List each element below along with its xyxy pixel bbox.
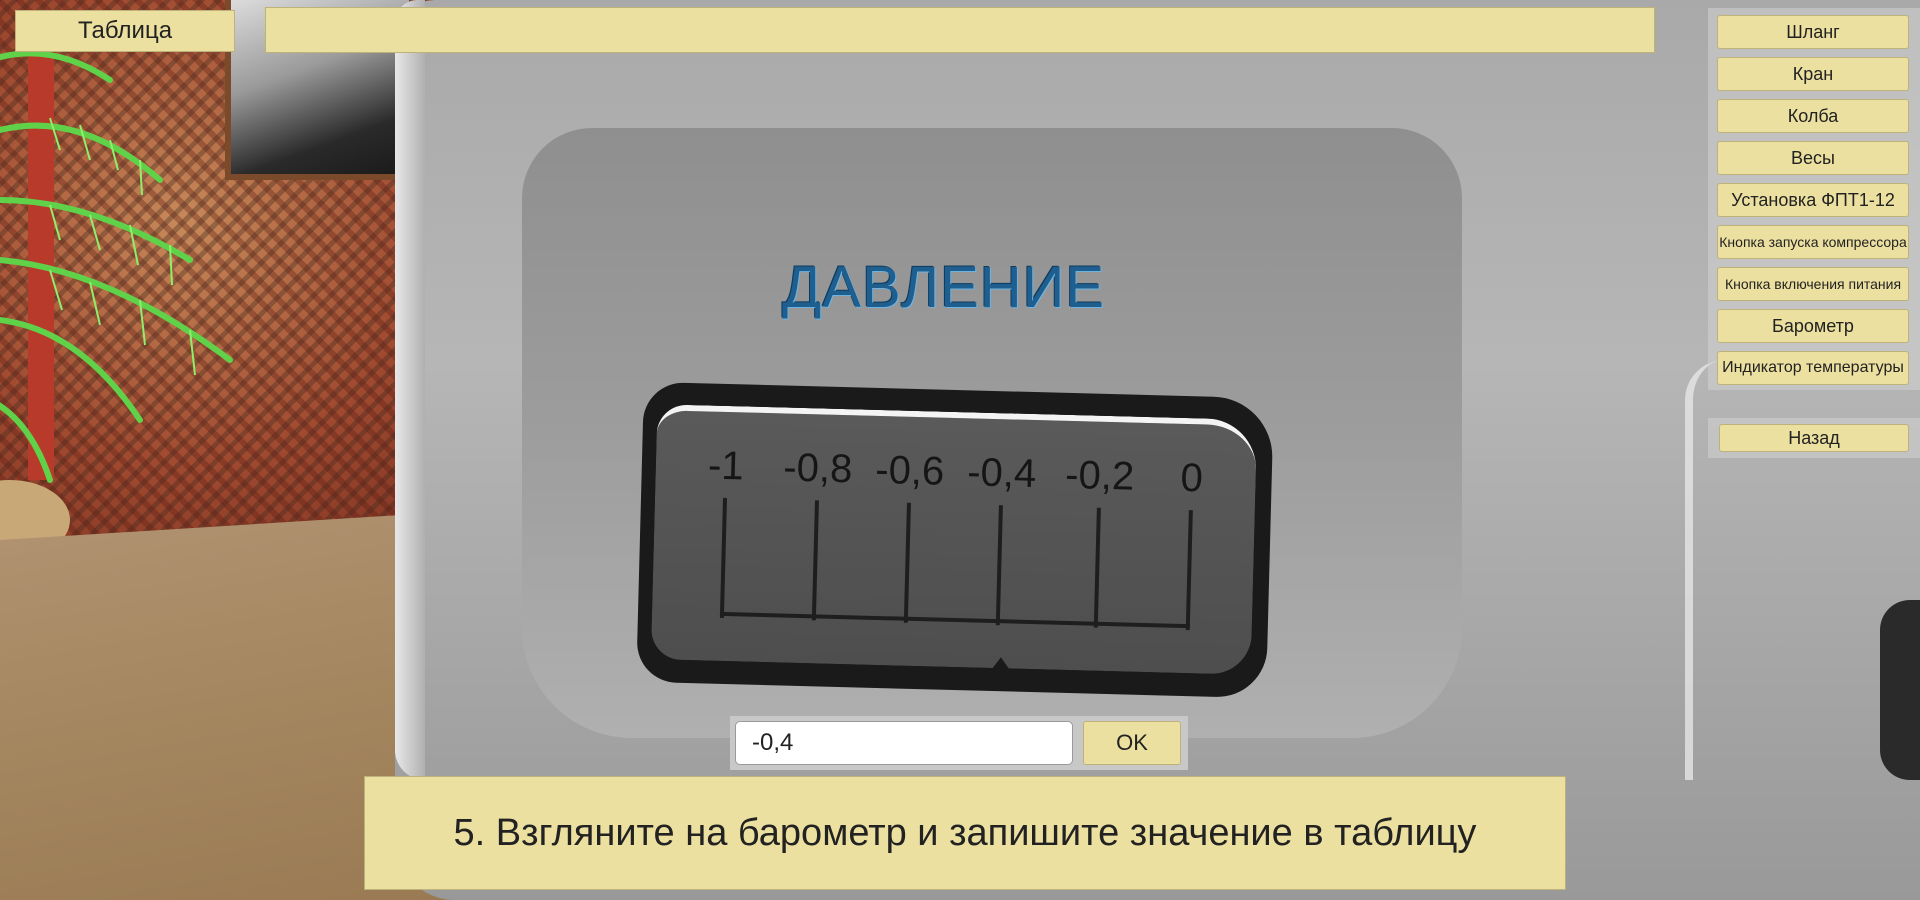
device-edge	[395, 0, 425, 780]
menu-item-compressor-button[interactable]: Кнопка запуска компрессора	[1717, 225, 1909, 259]
gauge-label: -0,8	[782, 445, 853, 492]
menu-item-temperature-indicator[interactable]: Индикатор температуры	[1717, 351, 1909, 385]
gauge-pointer	[978, 656, 1023, 688]
answer-input[interactable]	[735, 721, 1073, 765]
pressure-title: ДАВЛЕНИЕ	[782, 255, 1106, 320]
plant-decoration	[0, 50, 233, 560]
answer-row: OK	[730, 716, 1188, 770]
menu-item-valve[interactable]: Кран	[1717, 57, 1909, 91]
menu-item-power-button[interactable]: Кнопка включения питания	[1717, 267, 1909, 301]
gauge-tick	[995, 505, 1003, 626]
gauge-label: 0	[1180, 455, 1204, 501]
gauge-tick	[719, 497, 728, 618]
ok-button[interactable]: OK	[1083, 721, 1181, 765]
gauge-label: -1	[707, 443, 745, 489]
menu-item-flask[interactable]: Колба	[1717, 99, 1909, 133]
object-menu: Шланг Кран Колба Весы Установка ФПТ1-12 …	[1708, 8, 1920, 390]
back-button[interactable]: Назад	[1719, 424, 1909, 452]
gauge-label: -0,2	[1064, 452, 1135, 499]
device-knob	[1880, 600, 1920, 780]
menu-item-barometer[interactable]: Барометр	[1717, 309, 1909, 343]
barometer-gauge[interactable]: -1 -0,8 -0,6 -0,4 -0,2 0	[636, 381, 1274, 699]
gauge-face: -1 -0,8 -0,6 -0,4 -0,2 0	[650, 404, 1258, 688]
gauge-label: -0,4	[966, 450, 1037, 497]
back-panel: Назад	[1708, 418, 1920, 458]
menu-item-installation[interactable]: Установка ФПТ1-12	[1717, 183, 1909, 217]
top-status-bar	[265, 7, 1655, 53]
instruction-banner: 5. Взгляните на барометр и запишите знач…	[364, 776, 1566, 890]
gauge-baseline	[719, 611, 1190, 629]
table-button[interactable]: Таблица	[15, 10, 235, 52]
menu-item-hose[interactable]: Шланг	[1717, 15, 1909, 49]
menu-item-scales[interactable]: Весы	[1717, 141, 1909, 175]
gauge-tick	[903, 502, 911, 623]
gauge-tick	[1185, 510, 1193, 631]
gauge-tick	[1093, 507, 1101, 628]
gauge-tick	[811, 500, 819, 621]
gauge-label: -0,6	[874, 447, 945, 494]
